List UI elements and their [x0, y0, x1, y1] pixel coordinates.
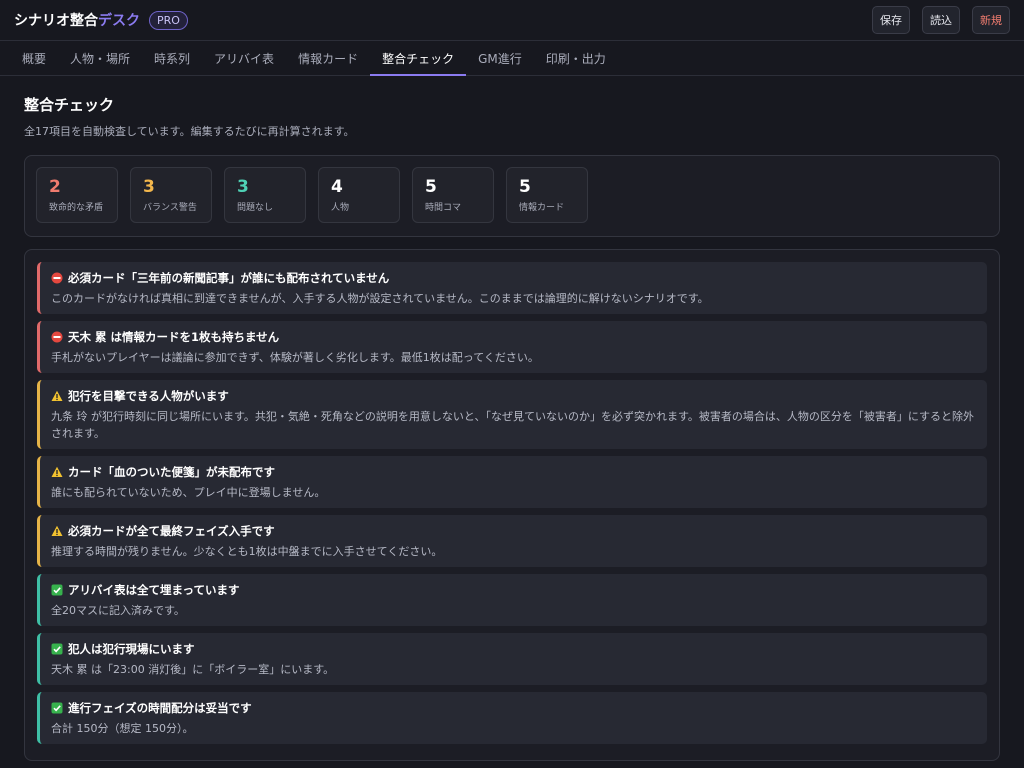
stat-value: 3 — [143, 177, 155, 197]
check-icon — [51, 643, 63, 655]
tab-info-cards[interactable]: 情報カード — [286, 41, 370, 75]
issue-description: このカードがなければ真相に到達できませんが、入手する人物が設定されていません。こ… — [51, 292, 709, 305]
no-entry-icon — [51, 272, 63, 284]
stat-no-issues: 3 問題なし — [224, 167, 306, 223]
stat-value: 5 — [425, 177, 437, 197]
tab-alibi-table[interactable]: アリバイ表 — [202, 41, 286, 75]
stat-value: 5 — [519, 177, 531, 197]
no-entry-icon — [51, 331, 63, 343]
issue-title: 犯行を目撃できる人物がいます — [68, 389, 229, 403]
issue-item-warning: 必須カードが全て最終フェイズ入手です推理する時間が残りません。少なくとも1枚は中… — [37, 515, 987, 567]
stat-label: 情報カード — [519, 203, 565, 213]
stat-label: 時間コマ — [425, 203, 462, 213]
tab-timeline[interactable]: 時系列 — [142, 41, 202, 75]
stat-value: 4 — [331, 177, 343, 197]
issue-item-ok: 犯人は犯行現場にいます天木 累 は「23:00 消灯後」に「ボイラー室」にいます… — [37, 633, 987, 685]
stats-panel: 2 致命的な矛盾 3 バランス警告 3 問題なし 4 人物 5 時間コマ 5 情報カード — [24, 155, 1000, 237]
main-content: 整合チェック 全17項目を自動検査しています。編集するたびに再計算されます。 2… — [0, 76, 1024, 761]
app-title: シナリオ整合 デスク PRO — [14, 10, 188, 30]
stat-characters: 4 人物 — [318, 167, 400, 223]
new-button[interactable]: 新規 — [972, 6, 1010, 34]
issue-description: 合計 150分（想定 150分）。 — [51, 722, 194, 735]
stat-value: 2 — [49, 177, 61, 197]
warning-icon — [51, 525, 63, 537]
issue-title: 必須カードが全て最終フェイズ入手です — [68, 524, 275, 538]
issue-item-ok: アリバイ表は全て埋まっています全20マスに記入済みです。 — [37, 574, 987, 626]
stat-label: 致命的な矛盾 — [49, 203, 104, 213]
tab-consistency-check[interactable]: 整合チェック — [370, 41, 467, 76]
tab-print-export[interactable]: 印刷・出力 — [534, 41, 618, 75]
warning-icon — [51, 466, 63, 478]
issue-title-row: アリバイ表は全て埋まっています — [51, 582, 975, 598]
issue-description: 手札がないプレイヤーは議論に参加できず、体験が著しく劣化します。最低1枚は配って… — [51, 351, 539, 364]
issue-title-row: 天木 累 は情報カードを1枚も持ちません — [51, 329, 975, 345]
issues-panel: 必須カード「三年前の新聞記事」が誰にも配布されていませんこのカードがなければ真相… — [24, 249, 1000, 761]
pro-badge: PRO — [149, 10, 188, 30]
issue-title-row: 犯人は犯行現場にいます — [51, 641, 975, 657]
stat-label: 問題なし — [237, 203, 274, 213]
tab-overview[interactable]: 概要 — [10, 41, 58, 75]
issue-title-row: 進行フェイズの時間配分は妥当です — [51, 700, 975, 716]
stat-fatal-contradictions: 2 致命的な矛盾 — [36, 167, 118, 223]
issue-item-warning: 犯行を目撃できる人物がいます九条 玲 が犯行時刻に同じ場所にいます。共犯・気絶・… — [37, 380, 987, 449]
check-icon — [51, 702, 63, 714]
page-title: 整合チェック — [24, 96, 115, 114]
issue-item-warning: カード「血のついた便箋」が未配布です誰にも配られていないため、プレイ中に登場しま… — [37, 456, 987, 508]
issue-title-row: 犯行を目撃できる人物がいます — [51, 388, 975, 404]
issue-title-row: 必須カード「三年前の新聞記事」が誰にも配布されていません — [51, 270, 975, 286]
tab-bar: 概要 人物・場所 時系列 アリバイ表 情報カード 整合チェック GM進行 印刷・出力 — [0, 41, 1024, 76]
app-header: シナリオ整合 デスク PRO 保存 読込 新規 — [0, 0, 1024, 41]
issue-title-row: カード「血のついた便箋」が未配布です — [51, 464, 975, 480]
load-button[interactable]: 読込 — [922, 6, 960, 34]
issue-title: 必須カード「三年前の新聞記事」が誰にも配布されていません — [68, 271, 390, 285]
issue-item-ok: 進行フェイズの時間配分は妥当です合計 150分（想定 150分）。 — [37, 692, 987, 744]
tab-characters-places[interactable]: 人物・場所 — [58, 41, 142, 75]
issue-item-error: 必須カード「三年前の新聞記事」が誰にも配布されていませんこのカードがなければ真相… — [37, 262, 987, 314]
warning-icon — [51, 390, 63, 402]
check-icon — [51, 584, 63, 596]
issue-title: 犯人は犯行現場にいます — [68, 642, 195, 656]
page-subtitle: 全17項目を自動検査しています。編集するたびに再計算されます。 — [24, 125, 355, 138]
app-title-accent: デスク — [98, 13, 140, 29]
issue-title: カード「血のついた便箋」が未配布です — [68, 465, 275, 479]
stat-label: バランス警告 — [143, 203, 197, 213]
issue-title: 天木 累 は情報カードを1枚も持ちません — [68, 330, 280, 344]
save-button[interactable]: 保存 — [872, 6, 910, 34]
issue-title-row: 必須カードが全て最終フェイズ入手です — [51, 523, 975, 539]
stat-balance-warnings: 3 バランス警告 — [130, 167, 212, 223]
stat-time-slots: 5 時間コマ — [412, 167, 494, 223]
stat-info-cards: 5 情報カード — [506, 167, 588, 223]
issue-description: 全20マスに記入済みです。 — [51, 604, 185, 617]
issue-title: アリバイ表は全て埋まっています — [68, 583, 240, 597]
issue-description: 天木 累 は「23:00 消灯後」に「ボイラー室」にいます。 — [51, 663, 335, 676]
stat-label: 人物 — [331, 203, 350, 213]
stat-value: 3 — [237, 177, 249, 197]
tab-gm-progress[interactable]: GM進行 — [466, 41, 534, 75]
app-title-main: シナリオ整合 — [14, 13, 98, 29]
issue-description: 九条 玲 が犯行時刻に同じ場所にいます。共犯・気絶・死角などの説明を用意しないと… — [51, 410, 974, 440]
issue-description: 誰にも配られていないため、プレイ中に登場しません。 — [51, 486, 326, 499]
issue-description: 推理する時間が残りません。少なくとも1枚は中盤までに入手させてください。 — [51, 545, 443, 558]
issue-title: 進行フェイズの時間配分は妥当です — [68, 701, 252, 715]
issue-item-error: 天木 累 は情報カードを1枚も持ちません手札がないプレイヤーは議論に参加できず、… — [37, 321, 987, 373]
header-actions: 保存 読込 新規 — [872, 6, 1010, 34]
